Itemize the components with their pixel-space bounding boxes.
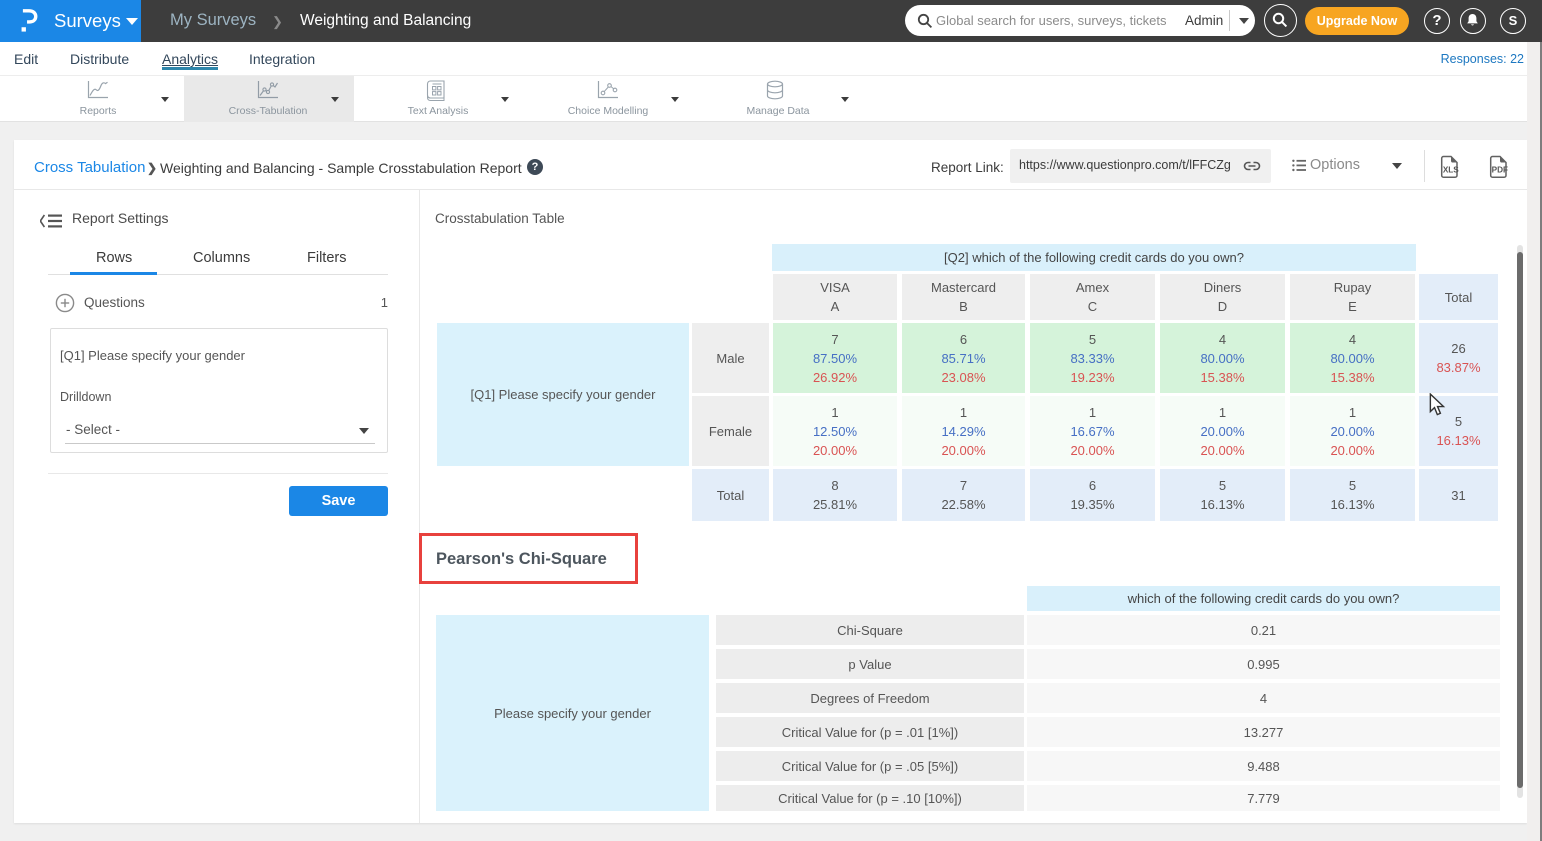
svg-text:PDF: PDF <box>1492 166 1508 175</box>
svg-text:XLS: XLS <box>1443 166 1459 175</box>
